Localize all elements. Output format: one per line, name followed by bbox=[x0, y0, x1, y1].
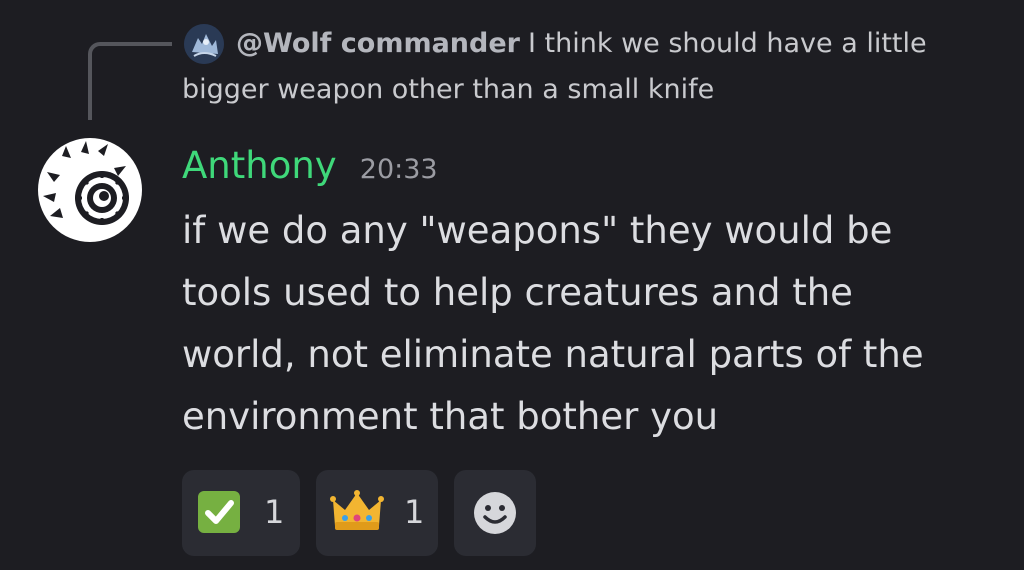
reply-author-avatar[interactable] bbox=[184, 24, 224, 64]
user-avatar[interactable] bbox=[38, 138, 142, 242]
message-line: if we do any "weapons" they would be bbox=[182, 209, 893, 252]
message-line: environment that bother you bbox=[182, 395, 719, 438]
wolf-avatar-icon bbox=[184, 24, 224, 64]
smiley-add-reaction-icon bbox=[474, 492, 516, 534]
reaction-count: 1 bbox=[404, 493, 425, 531]
reaction-check[interactable]: 1 bbox=[182, 470, 300, 556]
reply-text-line1: I think we should have a little bbox=[528, 28, 927, 59]
message-content: if we do any "weapons" they would be too… bbox=[182, 200, 1002, 448]
reply-text-line2: bigger weapon other than a small knife bbox=[182, 74, 715, 105]
message-author[interactable]: Anthony bbox=[182, 144, 337, 187]
add-reaction-button[interactable] bbox=[454, 470, 536, 556]
message-timestamp[interactable]: 20:33 bbox=[360, 154, 438, 185]
message-header: Anthony 20:33 bbox=[182, 144, 438, 194]
message-line: world, not eliminate natural parts of th… bbox=[182, 333, 924, 376]
check-mark-icon bbox=[198, 491, 240, 533]
reaction-crown[interactable]: 1 bbox=[316, 470, 438, 556]
reply-connector bbox=[88, 42, 172, 120]
reply-preview[interactable]: @Wolf commander I think we should have a … bbox=[236, 24, 927, 64]
reaction-count: 1 bbox=[264, 493, 285, 531]
message-line: tools used to help creatures and the bbox=[182, 271, 853, 314]
crown-icon bbox=[330, 490, 384, 530]
eyeball-avatar-icon bbox=[38, 138, 142, 242]
reply-author-mention[interactable]: @Wolf commander bbox=[236, 28, 520, 59]
